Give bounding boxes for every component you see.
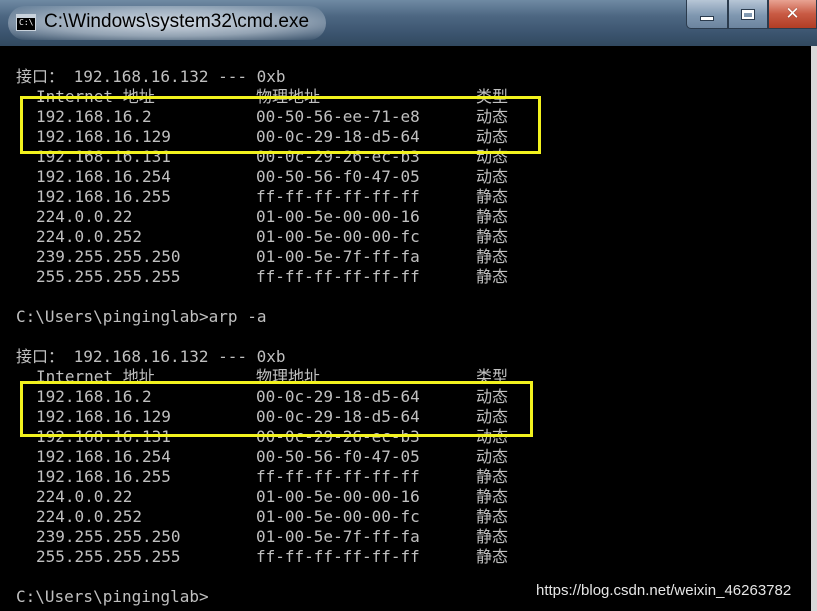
row-mac: 00-50-56-f0-47-05 — [256, 447, 420, 466]
header-mac: 物理地址 — [256, 367, 321, 386]
row-type: 静态 — [476, 507, 509, 526]
cmd-icon-text: C:\ — [19, 18, 34, 27]
row-ip: 192.168.16.129 — [36, 127, 171, 146]
row-ip: 192.168.16.2 — [36, 387, 152, 406]
row-type: 静态 — [476, 527, 509, 546]
row-ip: 192.168.16.131 — [36, 427, 171, 446]
row-mac: 00-0c-29-18-d5-64 — [256, 407, 420, 426]
row-mac: 01-00-5e-00-00-fc — [256, 507, 420, 526]
header-mac: 物理地址 — [256, 87, 321, 106]
minimize-button[interactable] — [686, 0, 728, 29]
row-ip: 192.168.16.254 — [36, 167, 171, 186]
row-ip: 255.255.255.255 — [36, 547, 181, 566]
command-prompt[interactable]: C:\Users\pinginglab> — [16, 587, 209, 607]
row-mac: 01-00-5e-7f-ff-fa — [256, 247, 420, 266]
close-icon: ✕ — [785, 3, 800, 24]
row-ip: 255.255.255.255 — [36, 267, 181, 286]
row-ip: 192.168.16.131 — [36, 147, 171, 166]
row-ip: 224.0.0.22 — [36, 487, 133, 506]
maximize-button[interactable] — [728, 0, 768, 29]
cmd-app-icon[interactable]: C:\ — [16, 14, 36, 31]
header-ip: Internet 地址 — [36, 367, 155, 386]
row-ip: 192.168.16.129 — [36, 407, 171, 426]
row-type: 动态 — [476, 167, 509, 186]
row-ip: 224.0.0.252 — [36, 227, 142, 246]
row-mac: ff-ff-ff-ff-ff-ff — [256, 267, 420, 286]
row-type: 静态 — [476, 267, 509, 286]
arp-command-line: C:\Users\pinginglab>arp -a — [16, 307, 267, 326]
row-type: 静态 — [476, 207, 509, 226]
row-ip: 192.168.16.255 — [36, 467, 171, 486]
row-type: 静态 — [476, 487, 509, 506]
row-mac: 00-50-56-f0-47-05 — [256, 167, 420, 186]
header-ip: Internet 地址 — [36, 87, 155, 106]
row-mac: 01-00-5e-00-00-fc — [256, 227, 420, 246]
row-type: 动态 — [476, 447, 509, 466]
header-type: 类型 — [476, 367, 509, 386]
row-mac: ff-ff-ff-ff-ff-ff — [256, 547, 420, 566]
row-mac: ff-ff-ff-ff-ff-ff — [256, 467, 420, 486]
vertical-scrollbar[interactable] — [811, 46, 817, 611]
row-mac: 01-00-5e-00-00-16 — [256, 207, 420, 226]
row-ip: 192.168.16.2 — [36, 107, 152, 126]
watermark: https://blog.csdn.net/weixin_46263782 — [536, 582, 792, 599]
row-type: 动态 — [476, 427, 509, 446]
row-ip: 239.255.255.250 — [36, 527, 181, 546]
row-type: 静态 — [476, 547, 509, 566]
window-title: C:\Windows\system32\cmd.exe — [44, 11, 310, 32]
row-type: 动态 — [476, 127, 509, 146]
row-ip: 224.0.0.252 — [36, 507, 142, 526]
row-type: 动态 — [476, 107, 509, 126]
row-type: 静态 — [476, 227, 509, 246]
header-type: 类型 — [476, 87, 509, 106]
row-mac: 01-00-5e-7f-ff-fa — [256, 527, 420, 546]
row-type: 动态 — [476, 407, 509, 426]
row-ip: 239.255.255.250 — [36, 247, 181, 266]
close-button[interactable]: ✕ — [768, 0, 817, 29]
title-bar[interactable]: C:\ C:\Windows\system32\cmd.exe ✕ — [0, 0, 817, 47]
minimize-icon — [700, 16, 714, 21]
row-mac: 00-0c-29-26-ec-b3 — [256, 147, 420, 166]
interface-line: 接口： 192.168.16.132 --- 0xb — [16, 67, 286, 86]
row-ip: 192.168.16.255 — [36, 187, 171, 206]
row-type: 静态 — [476, 187, 509, 206]
row-ip: 224.0.0.22 — [36, 207, 133, 226]
maximize-icon — [741, 8, 755, 20]
interface-line: 接口： 192.168.16.132 --- 0xb — [16, 347, 286, 366]
row-type: 静态 — [476, 247, 509, 266]
row-type: 动态 — [476, 147, 509, 166]
row-mac: 00-0c-29-18-d5-64 — [256, 387, 420, 406]
row-mac: 00-0c-29-26-ec-b3 — [256, 427, 420, 446]
row-mac: 00-50-56-ee-71-e8 — [256, 107, 420, 126]
row-type: 动态 — [476, 387, 509, 406]
row-mac: ff-ff-ff-ff-ff-ff — [256, 187, 420, 206]
row-ip: 192.168.16.254 — [36, 447, 171, 466]
row-mac: 00-0c-29-18-d5-64 — [256, 127, 420, 146]
row-type: 静态 — [476, 467, 509, 486]
row-mac: 01-00-5e-00-00-16 — [256, 487, 420, 506]
